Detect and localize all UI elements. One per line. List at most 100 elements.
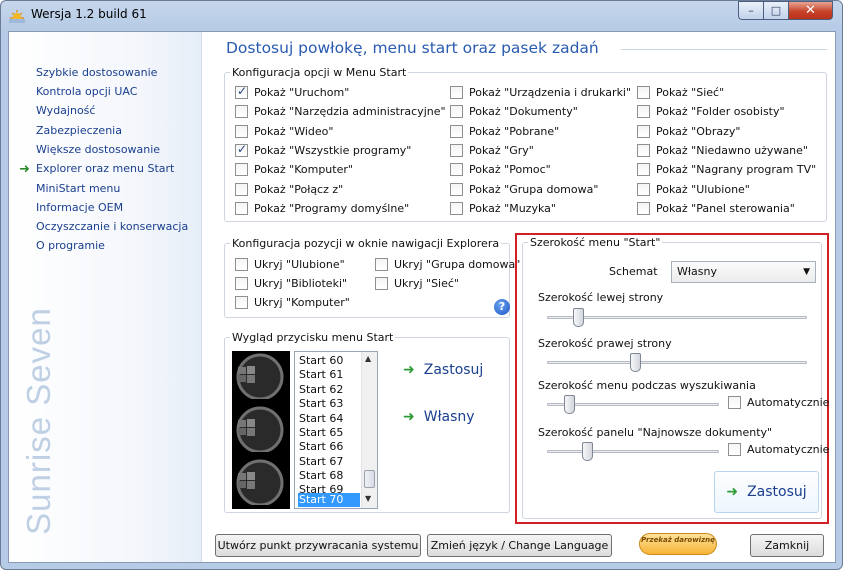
group-title: Szerokość menu "Start" [528,236,663,249]
checkbox-show-control-panel[interactable]: Pokaż "Panel sterowania" [637,202,795,215]
restore-point-button[interactable]: Utwórz punkt przywracania systemu [215,534,421,557]
heading-divider [621,49,827,50]
checkbox-show-devices-printers[interactable]: Pokaż "Urządzenia i drukarki" [450,86,631,99]
arrow-right-icon: ➜ [726,484,739,500]
sidebar-item-uac[interactable]: Kontrola opcji UAC [36,85,137,98]
checkbox-show-admin-tools[interactable]: Pokaż "Narzędzia administracyjne" [235,105,446,118]
chevron-down-icon: ▼ [803,267,810,277]
donate-button[interactable]: Przekaż darowiznę [639,533,717,555]
scroll-up-icon[interactable]: ▲ [365,354,371,363]
custom-start-button[interactable]: ➜ Własny [403,409,475,425]
start-button-group: Wygląd przycisku menu Start Start 60 Sta… [224,331,510,513]
start-orb-icon [236,353,284,399]
scheme-dropdown[interactable]: Własny ▼ [671,261,816,283]
checkbox-recent-auto[interactable]: Automatycznie [728,443,829,456]
close-window-button[interactable]: ✕ [788,1,833,20]
help-icon[interactable]: ? [494,299,510,315]
checkbox-show-personal-folder[interactable]: Pokaż "Folder osobisty" [637,105,785,118]
sidebar-item-about[interactable]: O programie [36,239,105,252]
checkbox-hide-libraries[interactable]: Ukryj "Biblioteki" [235,277,347,290]
close-button[interactable]: Zamknij [750,534,824,557]
list-scrollbar[interactable]: ▲ ▼ [361,352,377,508]
list-item[interactable]: Start 68 [298,469,360,483]
checkbox-show-all-programs[interactable]: Pokaż "Wszystkie programy" [235,142,411,157]
left-width-track[interactable] [547,316,807,319]
sidebar-item-performance[interactable]: Wydajność [36,104,95,117]
sidebar-item-security[interactable]: Zabezpieczenia [36,124,122,137]
right-width-slider[interactable] [630,353,642,372]
group-title: Wygląd przycisku menu Start [230,331,396,344]
window-title: Wersja 1.2 build 61 [31,7,147,21]
checkbox-show-homegroup[interactable]: Pokaż "Grupa domowa" [450,183,598,196]
scrollbar-thumb[interactable] [364,470,375,488]
start-orb-preview [232,351,290,509]
checkbox-show-games[interactable]: Pokaż "Gry" [450,144,534,157]
left-width-slider[interactable] [573,308,585,327]
arrow-right-icon: ➜ [19,162,30,177]
change-language-button[interactable]: Zmień język / Change Language [427,534,612,557]
right-width-track[interactable] [547,361,807,364]
checkbox-hide-homegroup[interactable]: Ukryj "Grupa domowa" [375,258,520,271]
sidebar-item-quick[interactable]: Szybkie dostosowanie [36,66,157,79]
checkbox-show-favorites[interactable]: Pokaż "Ulubione" [637,183,750,196]
list-item[interactable]: Start 61 [298,368,360,382]
sidebar-item-explorer-start[interactable]: Explorer oraz menu Start [36,162,174,175]
maximize-button[interactable]: □ [763,1,789,20]
recent-width-track[interactable] [547,450,719,453]
right-width-label: Szerokość prawej strony [538,337,672,350]
start-width-panel: Szerokość menu "Start" Schemat Własny ▼ S… [515,233,829,524]
start-orb-icon [236,459,284,505]
checkbox-hide-computer[interactable]: Ukryj "Komputer" [235,296,350,309]
minimize-button[interactable]: – [738,1,764,20]
checkbox-show-documents[interactable]: Pokaż "Dokumenty" [450,105,578,118]
list-item[interactable]: Start 60 [298,354,360,368]
group-title: Konfiguracja opcji w Menu Start [230,66,409,79]
search-width-label: Szerokość menu podczas wyszukiwania [538,379,756,392]
explorer-nav-group: Konfiguracja pozycji w oknie nawigacji E… [224,237,520,318]
client-area: Szybkie dostosowanie Kontrola opcji UAC … [8,31,836,563]
sidebar-item-ministart[interactable]: MiniStart menu [36,182,120,195]
start-button-list[interactable]: Start 60 Start 61 Start 62 Start 63 Star… [294,351,378,509]
checkbox-show-run[interactable]: Pokaż "Uruchom" [235,84,349,99]
checkbox-show-network[interactable]: Pokaż "Sieć" [637,86,724,99]
sidebar: Szybkie dostosowanie Kontrola opcji UAC … [9,32,202,562]
checkbox-show-default-programs[interactable]: Pokaż "Programy domyślne" [235,202,409,215]
main-window: Wersja 1.2 build 61 – □ ✕ Szybkie dostos… [0,0,843,570]
list-item-selected[interactable]: Start 70 [298,493,360,507]
sidebar-item-oem[interactable]: Informacje OEM [36,201,123,214]
left-width-label: Szerokość lewej strony [538,291,664,304]
list-item[interactable]: Start 62 [298,383,360,397]
list-item[interactable]: Start 66 [298,440,360,454]
scroll-down-icon[interactable]: ▼ [365,494,371,503]
sidebar-item-more-customization[interactable]: Większe dostosowanie [36,143,160,156]
list-item[interactable]: Start 64 [298,412,360,426]
apply-width-button[interactable]: ➜ Zastosuj [714,471,819,513]
checkbox-show-connect-to[interactable]: Pokaż "Połącz z" [235,183,343,196]
checkbox-hide-network[interactable]: Ukryj "Sieć" [375,277,459,290]
search-width-slider[interactable] [564,395,576,414]
start-width-group: Szerokość menu "Start" Schemat Własny ▼ S… [522,236,829,519]
checkbox-search-auto[interactable]: Automatycznie [728,396,829,409]
checkbox-show-recorded-tv[interactable]: Pokaż "Nagrany program TV" [637,163,816,176]
apply-start-button[interactable]: ➜ Zastosuj [403,362,483,378]
start-orb-icon [236,406,284,452]
list-item[interactable]: Start 67 [298,455,360,469]
page-title: Dostosuj powłokę, menu start oraz pasek … [226,39,599,57]
list-item[interactable]: Start 65 [298,426,360,440]
checkbox-show-computer[interactable]: Pokaż "Komputer" [235,163,353,176]
list-item[interactable]: Start 63 [298,397,360,411]
arrow-right-icon: ➜ [403,409,415,425]
recent-width-label: Szerokość panelu "Najnowsze dokumenty" [538,426,773,439]
checkbox-checked-icon [235,84,248,99]
scheme-label: Schemat [609,265,658,278]
checkbox-hide-favorites[interactable]: Ukryj "Ulubione" [235,258,345,271]
checkbox-show-downloads[interactable]: Pokaż "Pobrane" [450,125,559,138]
title-bar: Wersja 1.2 build 61 – □ ✕ [1,1,842,31]
checkbox-show-help[interactable]: Pokaż "Pomoc" [450,163,551,176]
checkbox-show-music[interactable]: Pokaż "Muzyka" [450,202,556,215]
checkbox-show-pictures[interactable]: Pokaż "Obrazy" [637,125,740,138]
checkbox-show-video[interactable]: Pokaż "Wideo" [235,125,333,138]
recent-width-slider[interactable] [581,442,593,461]
checkbox-show-recent[interactable]: Pokaż "Niedawno używane" [637,144,808,157]
sidebar-item-cleanup[interactable]: Oczyszczanie i konserwacja [36,220,188,233]
